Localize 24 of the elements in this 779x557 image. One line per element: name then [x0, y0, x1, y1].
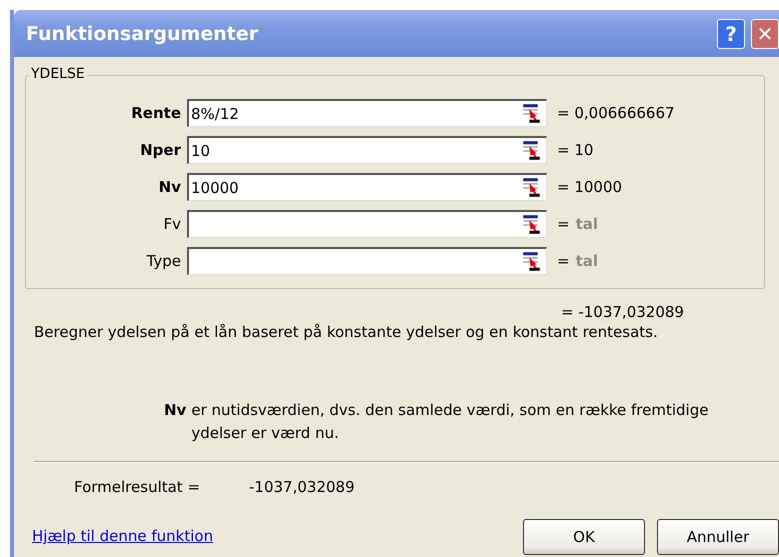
- argument-description: er nutidsværdien, dvs. den samlede værdi, som en række fremtidige ydelser er værd nu.: [191, 400, 710, 444]
- formula-result-value: -1037,032089: [249, 478, 355, 496]
- window-title: Funktionsargumenter: [26, 22, 260, 44]
- argument-label: Rente: [130, 104, 182, 122]
- argument-name: Nv: [164, 401, 186, 421]
- formula-result-label: Formelresultat =: [74, 478, 202, 496]
- equals-sign: =: [557, 215, 570, 233]
- ok-button[interactable]: OK: [523, 519, 645, 555]
- argument-label: Nper: [139, 141, 182, 159]
- argument-label: Fv: [162, 215, 182, 233]
- close-button[interactable]: ✕: [751, 18, 779, 48]
- help-link[interactable]: Hjælp til denne funktion: [32, 527, 511, 545]
- argument-result: = 10: [556, 141, 594, 159]
- argument-label: Type: [146, 252, 182, 270]
- cancel-button[interactable]: Annuller: [657, 519, 779, 555]
- argument-label: Nv: [158, 178, 182, 196]
- equals-sign: =: [557, 252, 570, 270]
- function-description: Beregner ydelsen på et lån baseret på konstante ydelser og en konstant rentesats.: [34, 323, 659, 341]
- argument-hint: tal: [576, 252, 598, 270]
- argument-result: = 0,006666667: [556, 104, 675, 122]
- function-result: = -1037,032089: [561, 303, 685, 321]
- help-button[interactable]: ?: [717, 18, 745, 48]
- argument-hint: tal: [576, 215, 598, 233]
- argument-result: = 10000: [556, 178, 622, 196]
